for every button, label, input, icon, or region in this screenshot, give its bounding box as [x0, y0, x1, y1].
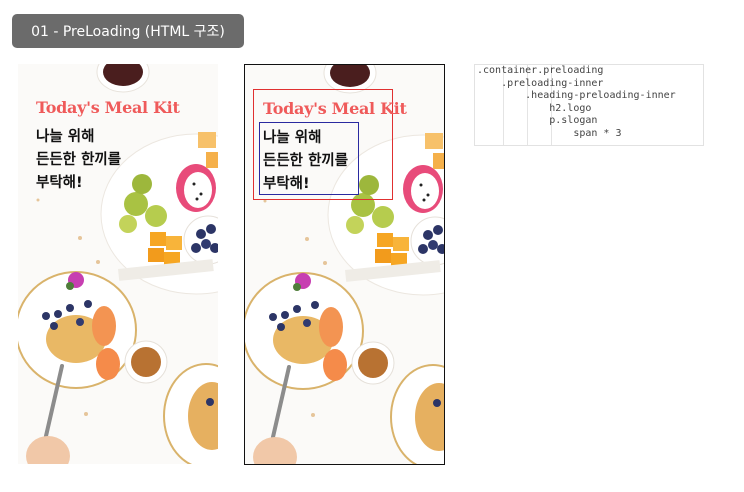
slogan-line: 부탁해! — [263, 176, 310, 192]
preloading-preview: Today's Meal Kit 나늘 위해 든든한 한끼를 부탁해! — [18, 64, 218, 464]
html-structure-code: .container.preloading .preloading-inner … — [474, 64, 704, 146]
slogan: 나늘 위해 든든한 한끼를 부탁해! — [36, 126, 121, 195]
logo: Today's Meal Kit — [263, 99, 407, 118]
code-line: h2.logo — [477, 102, 592, 114]
section-title-badge: 01 - PreLoading (HTML 구조) — [12, 14, 244, 48]
slogan-line: 든든한 한끼를 — [36, 152, 122, 168]
code-line: .container.preloading — [477, 65, 604, 76]
slogan: 나늘 위해 든든한 한끼를 부탁해! — [263, 127, 348, 196]
code-line: p.slogan — [477, 115, 598, 127]
food-background-image — [18, 64, 218, 464]
code-line: .heading-preloading-inner — [477, 90, 676, 102]
code-line: span * 3 — [477, 127, 622, 139]
slogan-line: 나늘 위해 — [36, 129, 95, 145]
slogan-line: 나늘 위해 — [263, 130, 322, 146]
section-title: 01 - PreLoading (HTML 구조) — [31, 24, 225, 40]
code-block: .container.preloading .preloading-inner … — [475, 65, 703, 141]
preloading-structure-preview: Today's Meal Kit 나늘 위해 든든한 한끼를 부탁해! — [244, 64, 445, 465]
code-line: .preloading-inner — [477, 77, 604, 89]
logo: Today's Meal Kit — [36, 98, 180, 117]
slogan-line: 부탁해! — [36, 175, 83, 191]
slogan-line: 든든한 한끼를 — [263, 153, 349, 169]
